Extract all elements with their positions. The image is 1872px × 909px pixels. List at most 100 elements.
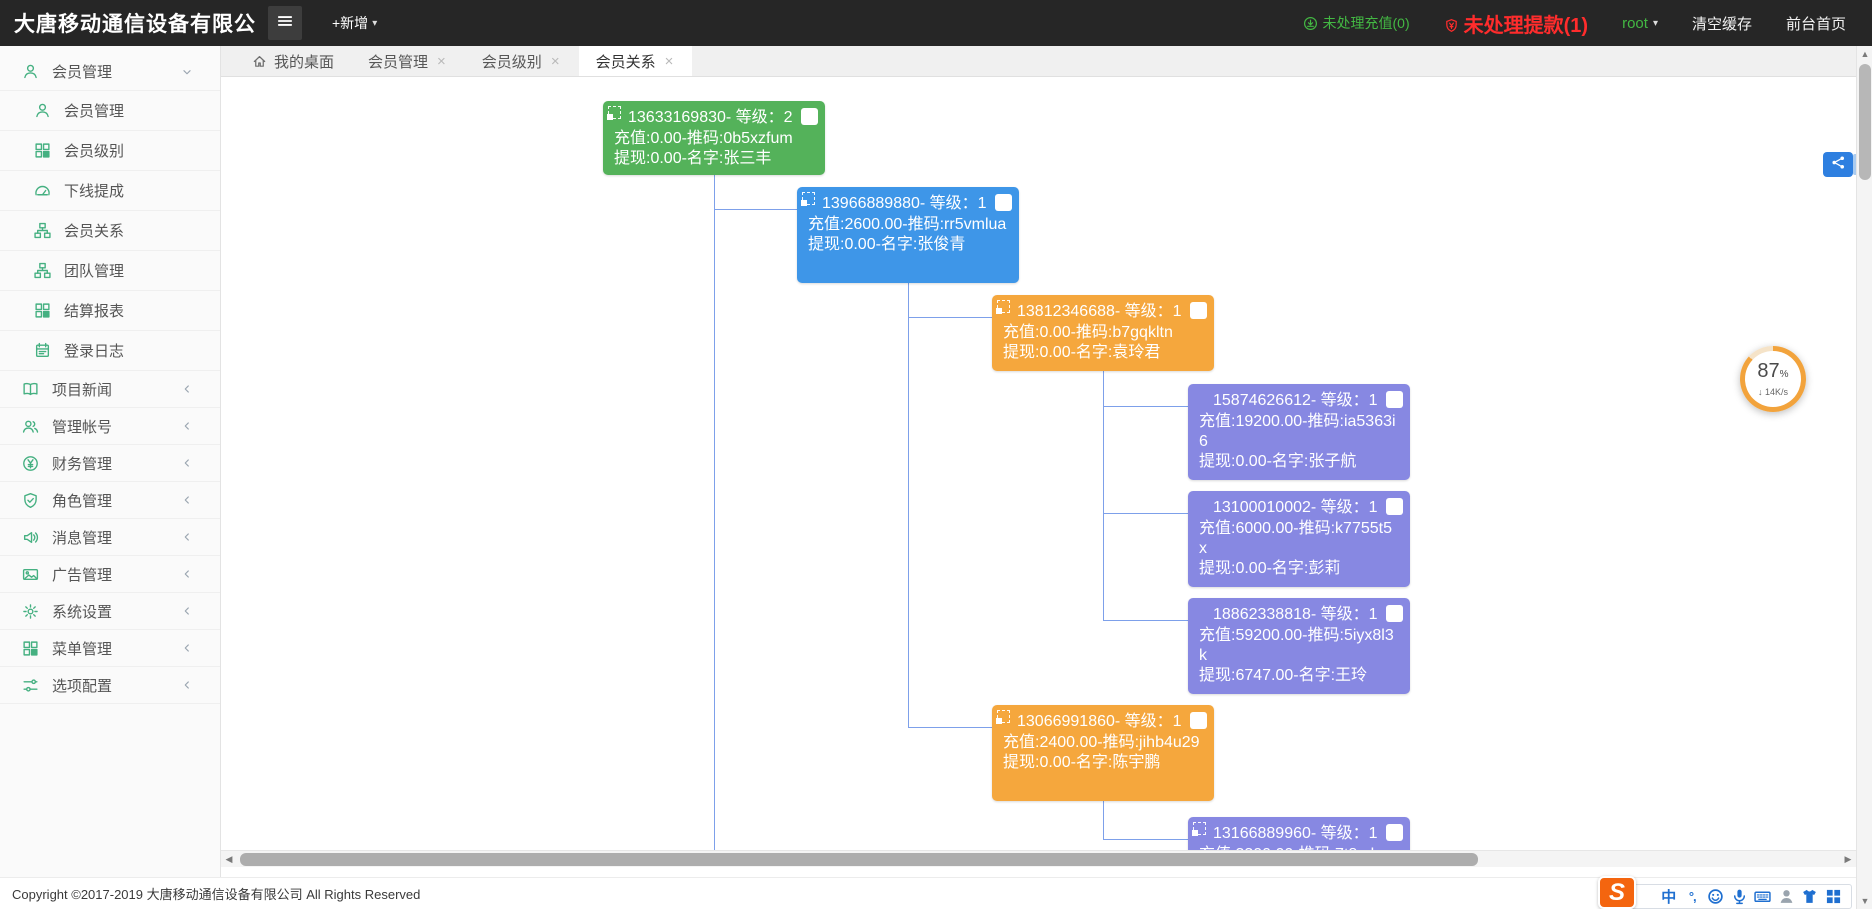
tab-member-relation[interactable]: 会员关系 × xyxy=(579,46,693,76)
chevron-left-icon xyxy=(180,493,194,507)
vertical-scrollbar[interactable]: ▲ ▼ xyxy=(1856,46,1872,909)
sidebar-item-member-level[interactable]: 会员级别 xyxy=(0,131,220,171)
scroll-right-arrow[interactable]: ▶ xyxy=(1840,851,1856,868)
close-tab-icon[interactable]: × xyxy=(549,52,562,71)
node-recharge-line: 充值:59200.00-推码:5iyx8l3k xyxy=(1199,626,1399,666)
download-progress-badge[interactable]: 87% ↓ 14K/s xyxy=(1740,346,1806,412)
share-extension-button[interactable] xyxy=(1823,152,1853,177)
sidebar-item-option-config[interactable]: 选项配置 xyxy=(0,667,220,704)
node-title: 13633169830- 等级：2 xyxy=(614,108,814,129)
vertical-scroll-thumb[interactable] xyxy=(1859,64,1871,180)
grid-icon xyxy=(34,302,51,319)
node-checkbox[interactable] xyxy=(1190,302,1207,319)
horizontal-scrollbar[interactable]: ◀ ▶ xyxy=(221,850,1856,867)
scroll-left-arrow[interactable]: ◀ xyxy=(221,851,237,868)
member-node-n6[interactable]: 18862338818- 等级：1充值:59200.00-推码:5iyx8l3k… xyxy=(1188,598,1410,694)
sidebar-item-menu-manage[interactable]: 菜单管理 xyxy=(0,630,220,667)
tab-member-level[interactable]: 会员级别× xyxy=(465,46,579,76)
node-checkbox[interactable] xyxy=(1190,712,1207,729)
tree-connector-vertical xyxy=(714,175,715,850)
tab-my-desktop[interactable]: 我的桌面 xyxy=(235,46,351,76)
user-menu[interactable]: root ▾ xyxy=(1622,15,1658,32)
sidebar-item-label: 会员关系 xyxy=(64,220,220,241)
sidebar-toggle-button[interactable] xyxy=(268,6,302,40)
ime-toolbar: 中 °, xyxy=(1630,884,1852,909)
front-home-button[interactable]: 前台首页 xyxy=(1786,13,1846,34)
sidebar-item-label: 项目新闻 xyxy=(52,379,180,400)
sidebar-item-message-manage[interactable]: 消息管理 xyxy=(0,519,220,556)
pending-recharge-button[interactable]: 未处理充值(0) xyxy=(1303,13,1410,33)
node-checkbox[interactable] xyxy=(1386,824,1403,841)
gear-icon xyxy=(22,603,39,620)
scroll-down-arrow[interactable]: ▼ xyxy=(1857,893,1872,909)
tab-label: 会员关系 xyxy=(596,51,656,72)
tab-member-manage[interactable]: 会员管理 × xyxy=(351,46,465,76)
sidebar-item-member-manage-group[interactable]: 会员管理 xyxy=(0,53,220,91)
node-recharge-line: 充值:0.00-推码:b7gqkltn xyxy=(1003,323,1203,343)
clear-cache-button[interactable]: 清空缓存 xyxy=(1692,13,1752,34)
expand-node-icon[interactable] xyxy=(1193,822,1206,835)
sidebar-item-settle-report[interactable]: 结算报表 xyxy=(0,291,220,331)
node-checkbox[interactable] xyxy=(801,108,818,125)
node-withdraw-line: 提现:0.00-名字:彭莉 xyxy=(1199,559,1399,579)
sidebar-item-admin-account[interactable]: 管理帐号 xyxy=(0,408,220,445)
scroll-up-arrow[interactable]: ▲ xyxy=(1857,46,1872,62)
sidebar-item-login-log[interactable]: 登录日志 xyxy=(0,331,220,371)
node-recharge-line: 充值:6000.00-推码:k7755t5x xyxy=(1199,519,1399,559)
expand-node-icon[interactable] xyxy=(802,192,815,205)
node-checkbox[interactable] xyxy=(1386,605,1403,622)
account-icon[interactable] xyxy=(1778,888,1795,905)
sidebar-item-label: 广告管理 xyxy=(52,564,180,585)
member-node-n5[interactable]: 13100010002- 等级：1充值:6000.00-推码:k7755t5x提… xyxy=(1188,491,1410,587)
sidebar-item-downline-commission[interactable]: 下线提成 xyxy=(0,171,220,211)
close-tab-icon[interactable]: × xyxy=(663,52,676,71)
tab-label: 我的桌面 xyxy=(274,51,334,72)
sidebar-item-team-manage[interactable]: 团队管理 xyxy=(0,251,220,291)
book-icon xyxy=(22,381,39,398)
expand-node-icon[interactable] xyxy=(997,300,1010,313)
punctuation-icon[interactable]: °, xyxy=(1684,888,1701,905)
expand-node-icon[interactable] xyxy=(997,710,1010,723)
member-node-n1[interactable]: 13633169830- 等级：2充值:0.00-推码:0b5xzfum提现:0… xyxy=(603,101,825,175)
skin-icon[interactable] xyxy=(1801,888,1818,905)
node-checkbox[interactable] xyxy=(995,194,1012,211)
sidebar-item-role-manage[interactable]: 角色管理 xyxy=(0,482,220,519)
pending-withdraw-button[interactable]: 未处理提款(1) xyxy=(1444,9,1588,38)
expand-node-icon[interactable] xyxy=(608,106,621,119)
chevron-left-icon xyxy=(180,382,194,396)
sidebar-item-member-relation[interactable]: 会员关系 xyxy=(0,211,220,251)
sidebar-item-system-setting[interactable]: 系统设置 xyxy=(0,593,220,630)
node-checkbox[interactable] xyxy=(1386,498,1403,515)
chinese-mode-icon[interactable]: 中 xyxy=(1660,888,1677,905)
tree-icon xyxy=(34,262,51,279)
toolbox-icon[interactable] xyxy=(1825,888,1842,905)
node-recharge-line: 充值:19200.00-推码:ia5363i6 xyxy=(1199,412,1399,452)
node-checkbox[interactable] xyxy=(1386,391,1403,408)
add-new-button[interactable]: +新增 ▾ xyxy=(332,13,377,33)
member-node-n4[interactable]: 15874626612- 等级：1充值:19200.00-推码:ia5363i6… xyxy=(1188,384,1410,480)
close-tab-icon[interactable]: × xyxy=(435,52,448,71)
voice-input-icon[interactable] xyxy=(1731,888,1748,905)
progress-percent: 87 xyxy=(1757,360,1779,382)
member-relation-tree: 13633169830- 等级：2充值:0.00-推码:0b5xzfum提现:0… xyxy=(221,77,1856,850)
sogou-logo[interactable]: S xyxy=(1598,876,1636,909)
sidebar-item-member-manage[interactable]: 会员管理 xyxy=(0,91,220,131)
sidebar-item-label: 管理帐号 xyxy=(52,416,180,437)
sidebar-item-ad-manage[interactable]: 广告管理 xyxy=(0,556,220,593)
sidebar-item-finance-manage[interactable]: 财务管理 xyxy=(0,445,220,482)
member-node-n2[interactable]: 13966889880- 等级：1充值:2600.00-推码:rr5vmlua提… xyxy=(797,187,1019,283)
member-node-n8[interactable]: 13166889960- 等级：1充值:3300.00-推码:7t8mb xyxy=(1188,817,1410,850)
emoji-icon[interactable] xyxy=(1707,888,1724,905)
sidebar-item-label: 会员管理 xyxy=(64,100,220,121)
soft-keyboard-icon[interactable] xyxy=(1754,888,1771,905)
member-node-n7[interactable]: 13066991860- 等级：1充值:2400.00-推码:jihb4u29提… xyxy=(992,705,1214,801)
tree-connector-horizontal xyxy=(1103,406,1188,407)
share-icon xyxy=(1830,154,1847,176)
sidebar-item-project-news[interactable]: 项目新闻 xyxy=(0,371,220,408)
yen-icon xyxy=(22,455,39,472)
member-node-n3[interactable]: 13812346688- 等级：1充值:0.00-推码:b7gqkltn提现:0… xyxy=(992,295,1214,371)
download-speed: ↓ 14K/s xyxy=(1758,387,1788,397)
grid-icon xyxy=(22,640,39,657)
tab-label: 会员管理 xyxy=(368,51,428,72)
horizontal-scroll-thumb[interactable] xyxy=(240,853,1478,866)
